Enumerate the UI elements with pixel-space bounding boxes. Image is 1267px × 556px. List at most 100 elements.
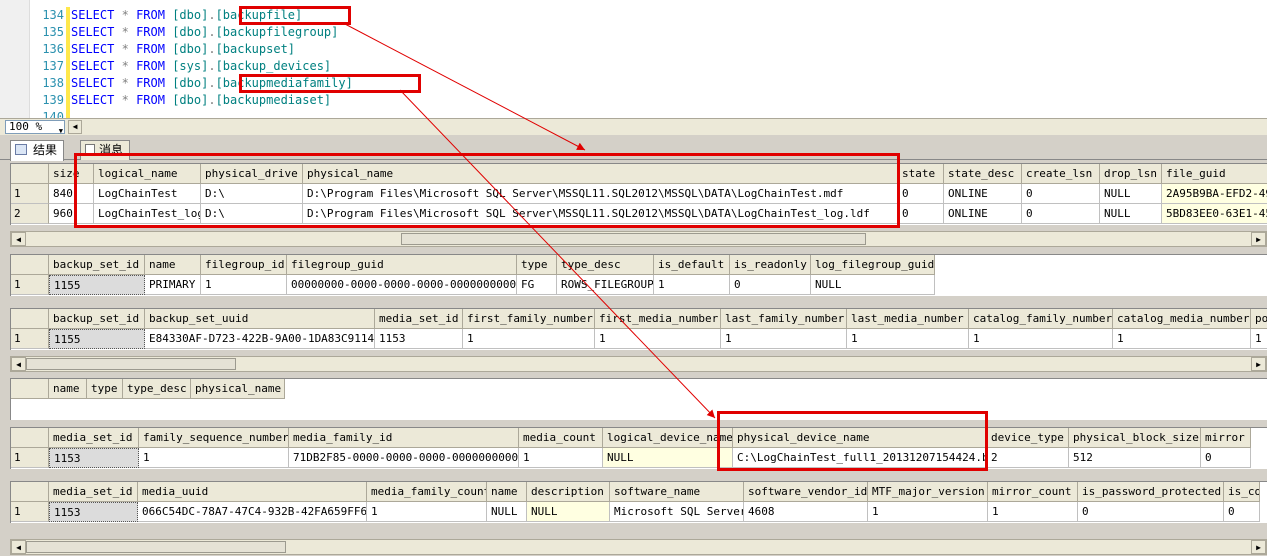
column-header[interactable]: type_desc [123,379,191,399]
column-header[interactable]: last_family_number [721,309,847,329]
column-header[interactable]: type_desc [557,255,654,275]
scroll-left-icon[interactable]: ◀ [11,540,26,554]
table-cell[interactable]: 1 [595,329,721,349]
column-header[interactable]: drop_lsn [1100,164,1162,184]
table-cell[interactable]: NULL [603,448,733,468]
table-cell[interactable]: NULL [1100,204,1162,224]
result-grid-4[interactable]: name type type_desc physical_name [10,378,1267,420]
column-header[interactable]: catalog_family_number [969,309,1113,329]
column-header[interactable]: logical_device_name [603,428,733,448]
table-cell[interactable]: 1155 [49,275,145,295]
select-all-corner[interactable] [11,255,49,275]
table-cell[interactable]: 1 [367,502,487,522]
table-cell[interactable]: 4608 [744,502,868,522]
column-header[interactable]: description [527,482,610,502]
table-cell[interactable]: 0 [1078,502,1224,522]
column-header[interactable]: mirror [1201,428,1251,448]
table-cell[interactable]: 1 [721,329,847,349]
column-header[interactable]: software_name [610,482,744,502]
column-header[interactable]: type [517,255,557,275]
column-header[interactable]: backup_set_id [49,309,145,329]
scroll-thumb[interactable] [26,541,286,553]
table-cell[interactable]: PRIMARY [145,275,201,295]
column-header[interactable]: media_set_id [375,309,463,329]
scroll-left-icon[interactable]: ◀ [11,357,26,371]
table-cell[interactable]: 1 [201,275,287,295]
horizontal-scrollbar[interactable]: ◀ ▶ [10,231,1267,247]
column-header[interactable]: log_filegroup_guid [811,255,935,275]
column-header[interactable]: is_default [654,255,730,275]
column-header[interactable]: catalog_media_number [1113,309,1251,329]
table-cell[interactable]: 0 [730,275,811,295]
table-cell[interactable]: 2 [987,448,1069,468]
horizontal-scrollbar[interactable]: ◀ ▶ [10,539,1267,555]
table-cell[interactable]: 1 [1113,329,1251,349]
table-cell[interactable]: 0 [1224,502,1260,522]
scroll-thumb[interactable] [401,233,866,245]
tab-results[interactable]: 结果 [10,140,65,161]
table-cell[interactable]: 2A95B9BA-EFD2-49AB- [1162,184,1267,204]
select-all-corner[interactable] [11,309,49,329]
scroll-right-icon[interactable]: ▶ [1251,357,1266,371]
column-header[interactable]: is_readonly [730,255,811,275]
table-cell[interactable]: ONLINE [944,204,1022,224]
column-header[interactable]: device_type [987,428,1069,448]
table-cell[interactable]: 1 [519,448,603,468]
table-cell[interactable]: 1155 [49,329,145,349]
table-cell[interactable]: 1153 [49,448,139,468]
table-cell[interactable]: 1 [969,329,1113,349]
column-header[interactable]: create_lsn [1022,164,1100,184]
result-grid-3[interactable]: backup_set_id backup_set_uuid media_set_id… [10,308,1267,350]
table-cell[interactable]: 1 [988,502,1078,522]
column-header[interactable]: mirror_count [988,482,1078,502]
table-cell[interactable]: ONLINE [944,184,1022,204]
table-cell[interactable]: NULL [527,502,610,522]
select-all-corner[interactable] [11,428,49,448]
table-cell[interactable]: ROWS_FILEGROUP [557,275,654,295]
result-grid-5[interactable]: media_set_id family_sequence_number media_… [10,427,1267,469]
column-header[interactable]: media_family_count [367,482,487,502]
table-cell[interactable]: 0 [898,184,944,204]
column-header[interactable]: first_media_number [595,309,721,329]
column-header[interactable]: media_count [519,428,603,448]
select-all-corner[interactable] [11,164,49,184]
column-header[interactable]: first_family_number [463,309,595,329]
table-cell[interactable]: 0 [1022,184,1100,204]
column-header[interactable]: filegroup_id [201,255,287,275]
column-header[interactable]: MTF_major_version [868,482,988,502]
table-cell[interactable]: NULL [1100,184,1162,204]
column-header[interactable]: media_uuid [138,482,367,502]
table-cell[interactable]: 1 [654,275,730,295]
select-all-corner[interactable] [11,379,49,399]
result-grid-6[interactable]: media_set_id media_uuid media_family_count… [10,481,1267,523]
column-header[interactable]: media_set_id [49,482,138,502]
column-header[interactable]: media_set_id [49,428,139,448]
table-cell[interactable]: 00000000-0000-0000-0000-000000000000 [287,275,517,295]
table-cell[interactable]: 1 [868,502,988,522]
table-cell[interactable]: 0 [1022,204,1100,224]
column-header[interactable]: filegroup_guid [287,255,517,275]
table-cell[interactable]: 71DB2F85-0000-0000-0000-000000000000 [289,448,519,468]
column-header[interactable]: backup_set_uuid [145,309,375,329]
column-header[interactable]: media_family_id [289,428,519,448]
column-header[interactable]: family_sequence_number [139,428,289,448]
table-cell[interactable]: 1153 [49,502,138,522]
column-header[interactable]: name [487,482,527,502]
query-editor[interactable]: 134 SELECT * FROM [dbo].[backupfile] 135 SE… [0,0,1267,118]
table-cell[interactable]: 1 [847,329,969,349]
table-cell[interactable]: NULL [487,502,527,522]
table-cell[interactable]: 5BD83EE0-63E1-4549- [1162,204,1267,224]
table-cell[interactable]: 1153 [375,329,463,349]
scroll-right-icon[interactable]: ▶ [1251,232,1266,246]
column-header[interactable]: file_guid [1162,164,1267,184]
column-header[interactable]: name [49,379,87,399]
table-cell[interactable]: NULL [811,275,935,295]
column-header[interactable]: state_desc [944,164,1022,184]
column-header[interactable]: name [145,255,201,275]
column-header[interactable]: software_vendor_id [744,482,868,502]
table-cell[interactable]: 1 [1251,329,1267,349]
scroll-left-icon[interactable]: ◀ [68,120,82,134]
scroll-thumb[interactable] [26,358,236,370]
table-cell[interactable]: 066C54DC-78A7-47C4-932B-42FA659FF682 [138,502,367,522]
column-header[interactable]: last_media_number [847,309,969,329]
